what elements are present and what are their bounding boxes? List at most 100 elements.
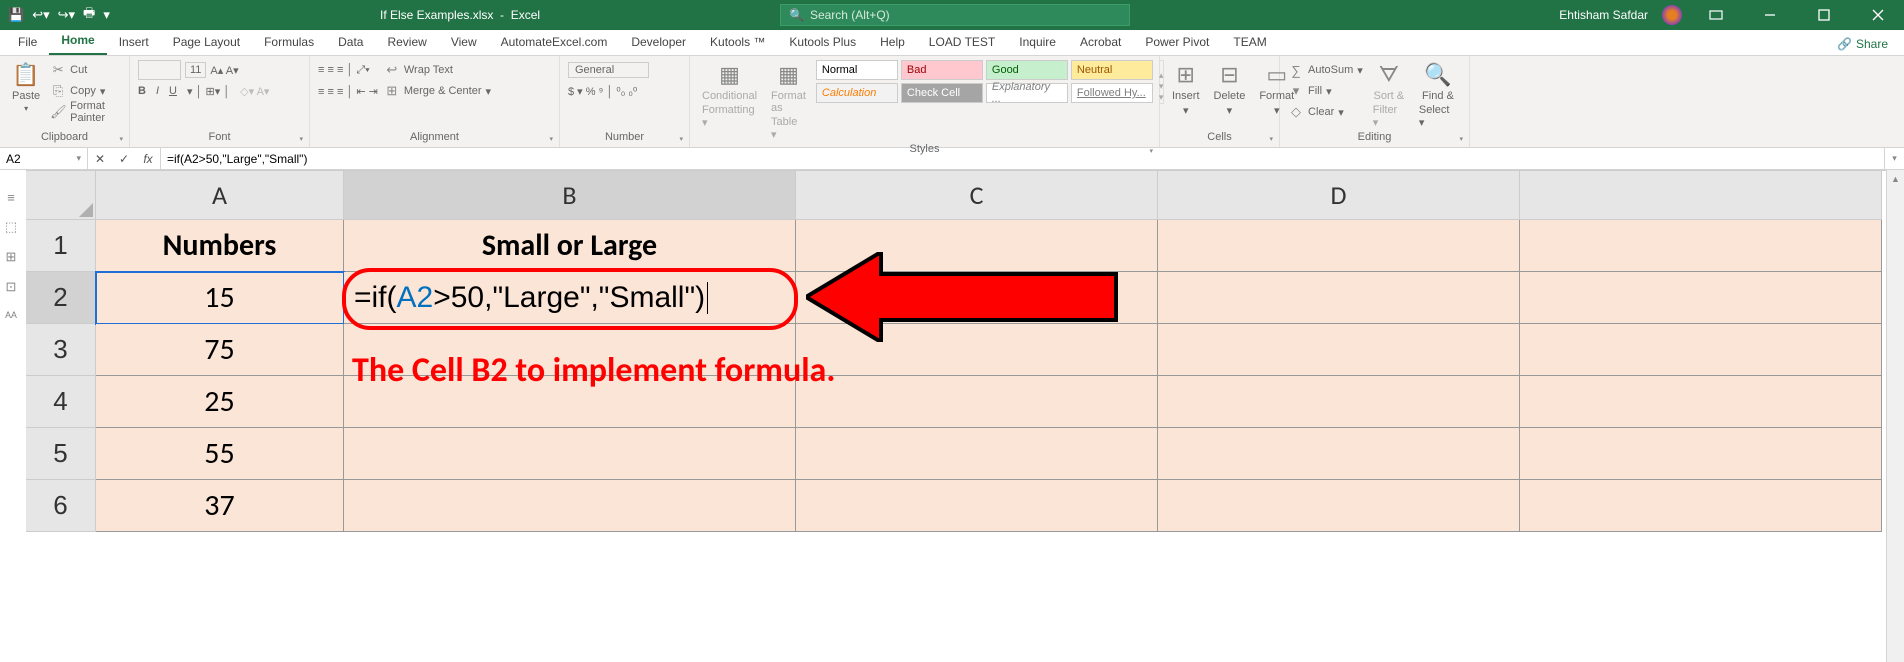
conditional-formatting-button[interactable]: ▦ Conditional Formatting ▾ xyxy=(698,60,761,131)
delete-cells-button[interactable]: ⊟Delete▾ xyxy=(1210,60,1250,119)
fx-icon[interactable]: fx xyxy=(136,152,160,166)
tab-file[interactable]: File xyxy=(6,30,49,55)
cell-e6[interactable] xyxy=(1520,480,1882,532)
cell-c6[interactable] xyxy=(796,480,1158,532)
cell-a5[interactable]: 55 xyxy=(96,428,344,480)
share-button[interactable]: 🔗 Share xyxy=(1829,33,1896,55)
col-head-e[interactable] xyxy=(1520,171,1882,220)
tab-home[interactable]: Home xyxy=(49,28,106,55)
enter-formula-icon[interactable]: ✓ xyxy=(112,152,136,166)
close-icon[interactable] xyxy=(1858,1,1898,29)
cell-b1[interactable]: Small or Large xyxy=(344,220,796,272)
cell-b5[interactable] xyxy=(344,428,796,480)
merge-center-button[interactable]: ⊞Merge & Center ▾ xyxy=(384,81,491,101)
cell-c1[interactable] xyxy=(796,220,1158,272)
user-name[interactable]: Ehtisham Safdar xyxy=(1559,8,1648,22)
style-checkcell[interactable]: Check Cell xyxy=(901,83,983,103)
col-head-d[interactable]: D xyxy=(1158,171,1520,220)
cancel-formula-icon[interactable]: ✕ xyxy=(88,152,112,166)
tab-automateexcel[interactable]: AutomateExcel.com xyxy=(489,30,620,55)
cell-a2[interactable]: 15 xyxy=(96,272,344,324)
insert-cells-button[interactable]: ⊞Insert▾ xyxy=(1168,60,1204,119)
lt-icon-5[interactable]: ᴬᴬ xyxy=(5,309,17,324)
undo-icon[interactable]: ↩▾ xyxy=(32,7,49,23)
sort-filter-button[interactable]: ᗊSort &Filter ▾ xyxy=(1369,60,1409,131)
cell-d4[interactable] xyxy=(1158,376,1520,428)
cell-c3[interactable] xyxy=(796,324,1158,376)
cell-a4[interactable]: 25 xyxy=(96,376,344,428)
cell-e5[interactable] xyxy=(1520,428,1882,480)
cell-b2[interactable]: =if(A2>50,"Large","Small") xyxy=(344,272,796,324)
col-head-b[interactable]: B xyxy=(344,171,796,220)
row-head-6[interactable]: 6 xyxy=(26,480,96,532)
tab-developer[interactable]: Developer xyxy=(619,30,698,55)
cell-a1[interactable]: Numbers xyxy=(96,220,344,272)
style-bad[interactable]: Bad xyxy=(901,60,983,80)
paste-button[interactable]: 📋 Paste▾ xyxy=(8,60,44,115)
cell-c2[interactable] xyxy=(796,272,1158,324)
tab-view[interactable]: View xyxy=(439,30,489,55)
col-head-c[interactable]: C xyxy=(796,171,1158,220)
cell-c4[interactable] xyxy=(796,376,1158,428)
style-normal[interactable]: Normal xyxy=(816,60,898,80)
tab-kutoolsplus[interactable]: Kutools Plus xyxy=(777,30,868,55)
cell-d6[interactable] xyxy=(1158,480,1520,532)
row-head-3[interactable]: 3 xyxy=(26,324,96,376)
find-select-button[interactable]: 🔍Find &Select ▾ xyxy=(1415,60,1461,131)
cell-a3[interactable]: 75 xyxy=(96,324,344,376)
formula-expand-icon[interactable]: ▾ xyxy=(1884,148,1904,169)
row-head-2[interactable]: 2 xyxy=(26,272,96,324)
row-head-5[interactable]: 5 xyxy=(26,428,96,480)
cell-e2[interactable] xyxy=(1520,272,1882,324)
redo-icon[interactable]: ↪▾ xyxy=(58,7,75,23)
quickprint-icon[interactable]: 🖶 xyxy=(83,4,95,26)
tab-insert[interactable]: Insert xyxy=(107,30,161,55)
tab-help[interactable]: Help xyxy=(868,30,917,55)
clear-button[interactable]: ◇Clear ▾ xyxy=(1288,102,1363,122)
lt-icon-2[interactable]: ⬚ xyxy=(5,219,17,235)
fill-button[interactable]: ▾Fill ▾ xyxy=(1288,81,1363,101)
tab-formulas[interactable]: Formulas xyxy=(252,30,326,55)
tab-review[interactable]: Review xyxy=(375,30,438,55)
format-painter-button[interactable]: 🖌Format Painter xyxy=(50,102,121,122)
wrap-text-button[interactable]: ↩Wrap Text xyxy=(384,60,491,80)
tab-powerpivot[interactable]: Power Pivot xyxy=(1133,30,1221,55)
scroll-up-icon[interactable]: ▲ xyxy=(1887,170,1904,188)
cell-d5[interactable] xyxy=(1158,428,1520,480)
tab-loadtest[interactable]: LOAD TEST xyxy=(917,30,1007,55)
cell-e4[interactable] xyxy=(1520,376,1882,428)
cell-d1[interactable] xyxy=(1158,220,1520,272)
cell-e1[interactable] xyxy=(1520,220,1882,272)
autosum-button[interactable]: ∑AutoSum ▾ xyxy=(1288,60,1363,80)
cell-c5[interactable] xyxy=(796,428,1158,480)
row-head-4[interactable]: 4 xyxy=(26,376,96,428)
tab-kutools[interactable]: Kutools ™ xyxy=(698,30,777,55)
maximize-icon[interactable] xyxy=(1804,1,1844,29)
col-head-a[interactable]: A xyxy=(96,171,344,220)
avatar[interactable] xyxy=(1662,5,1682,25)
cut-button[interactable]: ✂Cut xyxy=(50,60,121,80)
tab-acrobat[interactable]: Acrobat xyxy=(1068,30,1133,55)
tab-inquire[interactable]: Inquire xyxy=(1007,30,1068,55)
select-all-corner[interactable] xyxy=(26,171,96,220)
tab-pagelayout[interactable]: Page Layout xyxy=(161,30,252,55)
style-neutral[interactable]: Neutral xyxy=(1071,60,1153,80)
style-good[interactable]: Good xyxy=(986,60,1068,80)
qat-customize-icon[interactable]: ▾ xyxy=(103,7,110,23)
cell-b6[interactable] xyxy=(344,480,796,532)
tab-data[interactable]: Data xyxy=(326,30,375,55)
lt-icon-3[interactable]: ⊞ xyxy=(6,249,17,265)
copy-button[interactable]: ⎘Copy ▾ xyxy=(50,81,121,101)
style-explanatory[interactable]: Explanatory ... xyxy=(986,83,1068,103)
row-head-1[interactable]: 1 xyxy=(26,220,96,272)
tab-team[interactable]: TEAM xyxy=(1221,30,1278,55)
cell-e3[interactable] xyxy=(1520,324,1882,376)
name-box[interactable]: A2▾ xyxy=(0,148,88,169)
ribbon-display-icon[interactable] xyxy=(1696,1,1736,29)
lt-icon-1[interactable]: ≡ xyxy=(7,190,15,205)
search-input[interactable]: 🔍 Search (Alt+Q) xyxy=(780,4,1130,26)
cell-d2[interactable] xyxy=(1158,272,1520,324)
cell-d3[interactable] xyxy=(1158,324,1520,376)
lt-icon-4[interactable]: ⊡ xyxy=(6,279,17,295)
save-icon[interactable]: 💾 xyxy=(8,7,24,23)
